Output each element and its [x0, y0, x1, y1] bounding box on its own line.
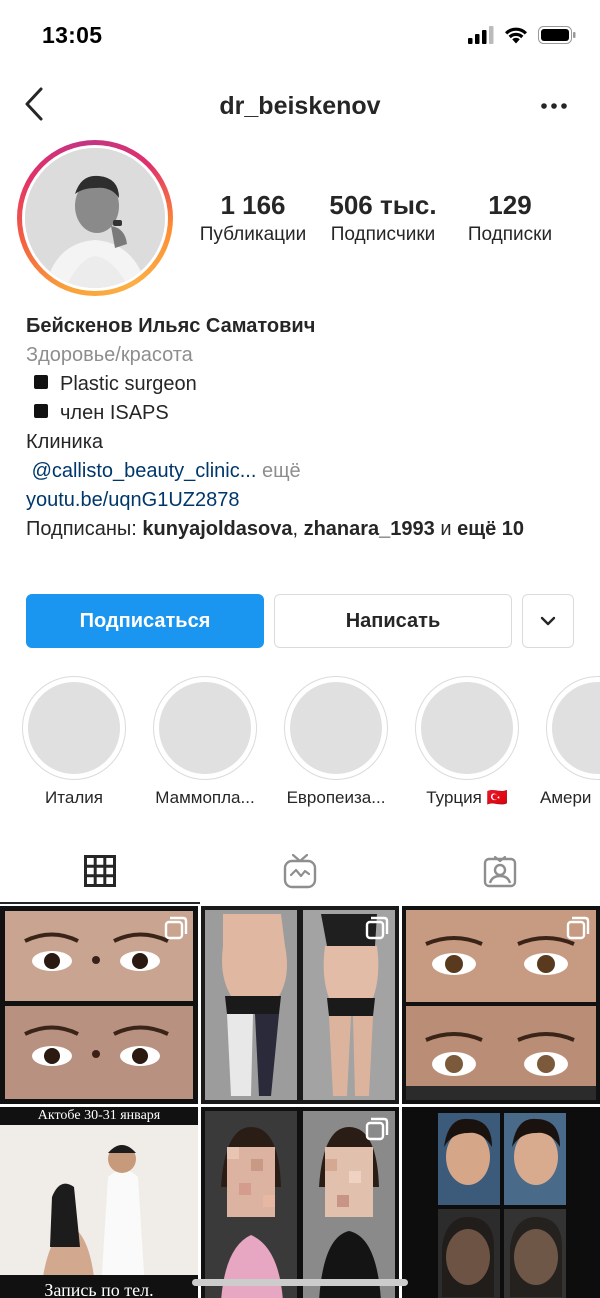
message-button[interactable]: Написать — [274, 594, 512, 648]
suggested-accounts-button[interactable] — [522, 594, 574, 648]
followed-by-prefix: Подписаны: — [26, 518, 143, 540]
highlight-item[interactable]: Европеиза... — [276, 676, 396, 808]
post-caption-top: Актобе 30-31 января — [37, 1108, 161, 1123]
post-thumbnail[interactable]: Актобе 30-31 января Запись по тел. — [0, 1107, 198, 1298]
avatar-story-ring[interactable] — [17, 140, 173, 296]
profile-username: dr_beiskenov — [219, 92, 381, 120]
highlight-cover — [290, 682, 382, 774]
post-thumbnail[interactable] — [402, 906, 600, 1104]
followed-by-user: kunyajoldasova — [142, 518, 293, 540]
followers-count: 506 тыс. — [329, 190, 437, 220]
status-icons — [468, 26, 576, 44]
wifi-icon — [505, 27, 527, 44]
tab-tagged[interactable] — [400, 838, 600, 904]
status-bar: 13:05 — [0, 0, 600, 70]
carousel-icon — [164, 916, 188, 940]
profile-category: Здоровье/красота — [26, 344, 193, 366]
square-bullet-icon — [34, 375, 48, 389]
igtv-icon — [283, 853, 317, 889]
profile-stats: 1 166 Публикации 506 тыс. Подписчики 129… — [190, 190, 590, 260]
tab-igtv[interactable] — [200, 838, 400, 904]
highlight-item[interactable]: Турция 🇹🇷 — [407, 676, 527, 808]
post-caption-bottom: Запись по тел. — [44, 1280, 154, 1298]
highlight-cover — [552, 682, 600, 774]
square-bullet-icon — [34, 404, 48, 418]
bio-text: Plastic surgeon — [60, 373, 197, 395]
post-thumbnail[interactable] — [201, 906, 399, 1104]
followed-by-more: ещё 10 — [457, 518, 525, 540]
followed-by[interactable]: Подписаны: kunyajoldasova, zhanara_1993 … — [26, 515, 586, 544]
website-link[interactable]: youtu.be/uqnG1UZ2878 — [26, 489, 240, 511]
following-stat[interactable]: 129 Подписки — [454, 190, 566, 246]
avatar-photo — [25, 148, 165, 288]
highlight-label: Италия — [45, 788, 103, 807]
profile-tabs — [0, 838, 600, 904]
highlight-label: Европеиза... — [286, 788, 386, 807]
profile-bio: Бейскенов Ильяс Саматович Здоровье/красо… — [26, 312, 586, 544]
posts-stat[interactable]: 1 166 Публикации — [194, 190, 312, 246]
following-count: 129 — [488, 190, 532, 220]
cellular-signal-icon — [468, 26, 494, 44]
status-time: 13:05 — [42, 22, 103, 48]
bio-line: @callisto_beauty_clinic... ещё — [26, 457, 586, 486]
followers-stat[interactable]: 506 тыс. Подписчики — [322, 190, 444, 246]
highlight-item[interactable]: Маммопла... — [145, 676, 265, 808]
bio-line: член ISAPS — [26, 399, 586, 428]
posts-count: 1 166 — [220, 190, 286, 220]
followed-by-and: и — [434, 518, 458, 540]
full-name: Бейскенов Ильяс Саматович — [26, 315, 316, 337]
following-label: Подписки — [467, 224, 553, 245]
post-thumbnail[interactable] — [201, 1107, 399, 1298]
bio-line: Plastic surgeon — [26, 370, 586, 399]
grid-icon — [84, 855, 116, 887]
posts-grid: Актобе 30-31 января Запись по тел. — [0, 906, 600, 1298]
carousel-icon — [365, 916, 389, 940]
profile-header: dr_beiskenov — [0, 76, 600, 136]
active-tab-indicator — [0, 902, 200, 904]
home-indicator[interactable] — [192, 1279, 408, 1286]
highlight-cover — [159, 682, 251, 774]
more-link[interactable]: ещё — [256, 460, 301, 482]
more-options-button[interactable] — [538, 92, 570, 120]
highlight-label: Турция 🇹🇷 — [426, 788, 508, 807]
tagged-icon — [483, 855, 517, 888]
chevron-down-icon — [540, 616, 556, 626]
battery-icon — [538, 26, 576, 44]
highlight-cover — [28, 682, 120, 774]
bio-text: член ISAPS — [60, 402, 169, 424]
post-photo — [402, 1107, 600, 1298]
followed-by-separator: , — [292, 518, 304, 540]
follow-button[interactable]: Подписаться — [26, 594, 264, 648]
followed-by-user: zhanara_1993 — [303, 518, 435, 540]
highlight-label: Маммопла... — [155, 788, 255, 807]
post-thumbnail[interactable] — [0, 906, 198, 1104]
highlight-cover — [421, 682, 513, 774]
story-highlights: Италия Маммопла... Европеиза... Турция 🇹… — [0, 676, 600, 816]
profile-actions: Подписаться Написать — [26, 594, 576, 648]
highlight-item[interactable]: Амери — [538, 676, 600, 808]
post-thumbnail[interactable] — [402, 1107, 600, 1298]
tab-posts-grid[interactable] — [0, 838, 200, 904]
post-photo — [0, 1107, 198, 1298]
avatar — [25, 148, 165, 288]
mention-link[interactable]: @callisto_beauty_clinic... — [32, 460, 257, 482]
bio-line: Клиника — [26, 431, 104, 453]
posts-label: Публикации — [199, 224, 307, 245]
carousel-icon — [365, 1117, 389, 1141]
highlight-label: Амери — [540, 788, 592, 807]
highlight-item[interactable]: Италия — [14, 676, 134, 808]
carousel-icon — [566, 916, 590, 940]
followers-label: Подписчики — [330, 224, 436, 245]
more-dots-icon — [541, 103, 567, 109]
